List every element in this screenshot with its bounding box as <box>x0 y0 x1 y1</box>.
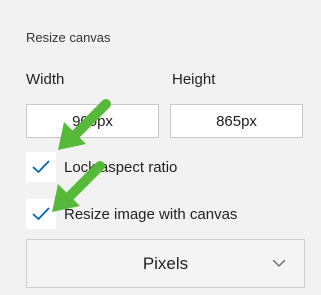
height-input[interactable]: 865px <box>170 104 303 138</box>
chevron-down-icon <box>272 259 286 267</box>
height-value: 865px <box>216 112 257 130</box>
section-heading: Resize canvas <box>26 30 111 45</box>
checkmark-icon <box>32 207 50 220</box>
unit-select[interactable]: Pixels <box>26 239 305 288</box>
checkmark-icon <box>32 160 50 173</box>
resize-canvas-panel: Resize canvas Width Height 900px 865px L… <box>0 0 321 295</box>
height-label: Height <box>172 71 216 88</box>
unit-select-value: Pixels <box>142 254 189 273</box>
annotation-arrow-icon <box>52 161 105 212</box>
width-label: Width <box>26 71 65 88</box>
annotation-arrow-icon <box>58 99 111 150</box>
